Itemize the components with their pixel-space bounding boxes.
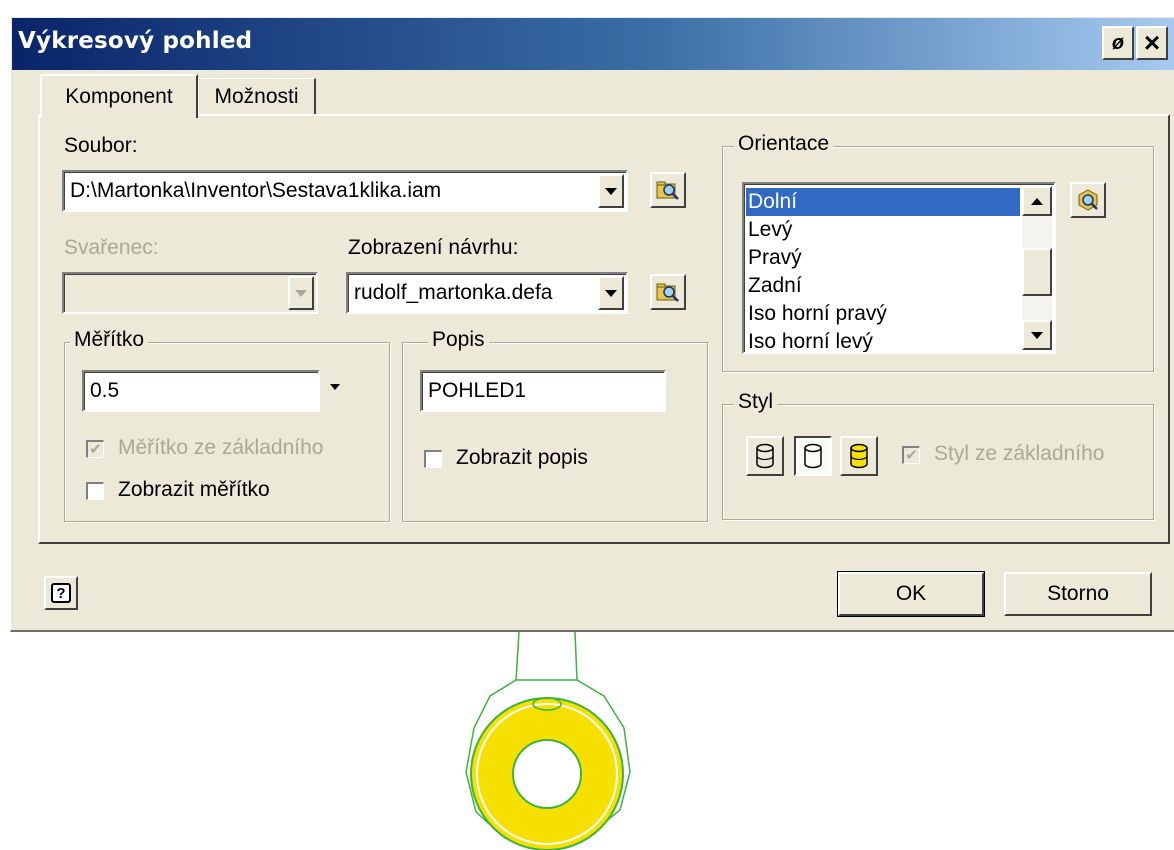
show-scale-label: Zobrazit měřítko [118,478,270,501]
check-icon: ✔ [89,441,102,458]
file-combo[interactable]: D:\Martonka\Inventor\Sestava1klika.iam [62,170,628,212]
close-icon: × [1143,27,1161,58]
pin-icon: ø [1111,31,1125,54]
style-from-base-checkbox[interactable]: ✔ [902,446,920,464]
chevron-down-icon [1031,331,1043,339]
scroll-thumb[interactable] [1022,248,1052,296]
design-view-combo[interactable]: rudolf_martonka.defa [346,272,628,314]
weldment-label: Svařenec: [64,236,159,259]
style-shaded-button[interactable] [840,436,878,476]
pin-button[interactable]: ø [1102,26,1134,60]
open-folder-icon [656,181,679,200]
weldment-dropdown-button[interactable] [288,276,314,310]
scale-from-base-checkbox[interactable]: ✔ [86,440,104,458]
style-from-base-label: Styl ze základního [934,442,1105,465]
design-view-label: Zobrazení návrhu: [348,236,519,259]
list-item[interactable]: Levý [748,216,792,244]
scale-input[interactable]: 0.5 [82,370,320,412]
view-cube-icon [1078,189,1098,211]
design-view-value: rudolf_martonka.defa [354,281,553,304]
help-icon-glyph: ? [56,584,66,602]
close-button[interactable]: × [1136,26,1168,60]
custom-view-button[interactable] [1070,182,1106,218]
show-label-label: Zobrazit popis [456,446,588,469]
orientation-legend: Orientace [734,132,834,156]
chevron-down-icon [295,289,307,297]
list-item[interactable]: Zadní [748,272,802,300]
style-legend: Styl [734,390,778,414]
view-label-value: POHLED1 [428,379,527,402]
chevron-up-icon [1031,197,1043,205]
list-item[interactable]: Dolní [746,188,1020,216]
file-dropdown-button[interactable] [598,174,624,208]
view-label-input[interactable]: POHLED1 [420,370,666,412]
ok-button-label: OK [895,582,927,605]
label-legend: Popis [428,328,489,352]
scale-dropdown-icon[interactable] [330,384,340,390]
help-icon: ? [51,583,71,603]
tab-moznosti[interactable]: Možnosti [198,78,316,114]
browse-design-view-button[interactable] [650,274,686,310]
scale-value: 0.5 [90,379,120,402]
file-label: Soubor: [64,134,138,157]
show-label-checkbox[interactable] [424,450,442,468]
orientation-scrollbar[interactable] [1022,186,1052,350]
orientation-list[interactable]: Dolní Levý Pravý Zadní Iso horní pravý I… [742,182,1056,354]
chevron-down-icon [605,289,617,297]
drawing-preview [465,632,631,850]
show-scale-checkbox[interactable] [86,482,104,500]
preview-line-left [515,632,520,681]
ok-button[interactable]: OK [837,571,985,617]
scroll-down-button[interactable] [1022,320,1052,350]
shaded-icon [850,443,868,469]
preview-ring-inner [512,739,582,809]
preview-line-right [574,632,578,681]
check-icon: ✔ [905,447,918,464]
tab-komponent-label: Komponent [65,85,173,108]
tab-komponent[interactable]: Komponent [40,74,198,118]
list-item[interactable]: Pravý [748,244,802,272]
scale-from-base-label: Měřítko ze základního [118,436,324,459]
scale-legend: Měřítko [70,328,149,352]
tab-moznosti-label: Možnosti [214,84,299,108]
dialog-title: Výkresový pohled [18,28,253,54]
design-view-dropdown-button[interactable] [598,276,624,310]
open-folder-icon [656,283,679,302]
file-value: D:\Martonka\Inventor\Sestava1klika.iam [70,179,442,202]
help-button[interactable]: ? [44,576,78,610]
style-hidden-lines-button[interactable] [746,436,784,476]
label-group [402,342,708,522]
cancel-button[interactable]: Storno [1004,572,1152,616]
cancel-button-label: Storno [1047,582,1109,605]
list-item[interactable]: Iso horní levý [748,328,873,352]
hidden-lines-icon [756,443,774,469]
style-hidden-lines-removed-button[interactable] [794,436,832,476]
browse-file-button[interactable] [650,172,686,208]
list-item[interactable]: Iso horní pravý [748,300,887,328]
weldment-combo[interactable] [62,272,318,314]
drawing-workspace [0,632,1174,850]
scroll-up-button[interactable] [1022,186,1052,216]
chevron-down-icon [605,187,617,195]
hidden-lines-removed-icon [804,443,822,469]
